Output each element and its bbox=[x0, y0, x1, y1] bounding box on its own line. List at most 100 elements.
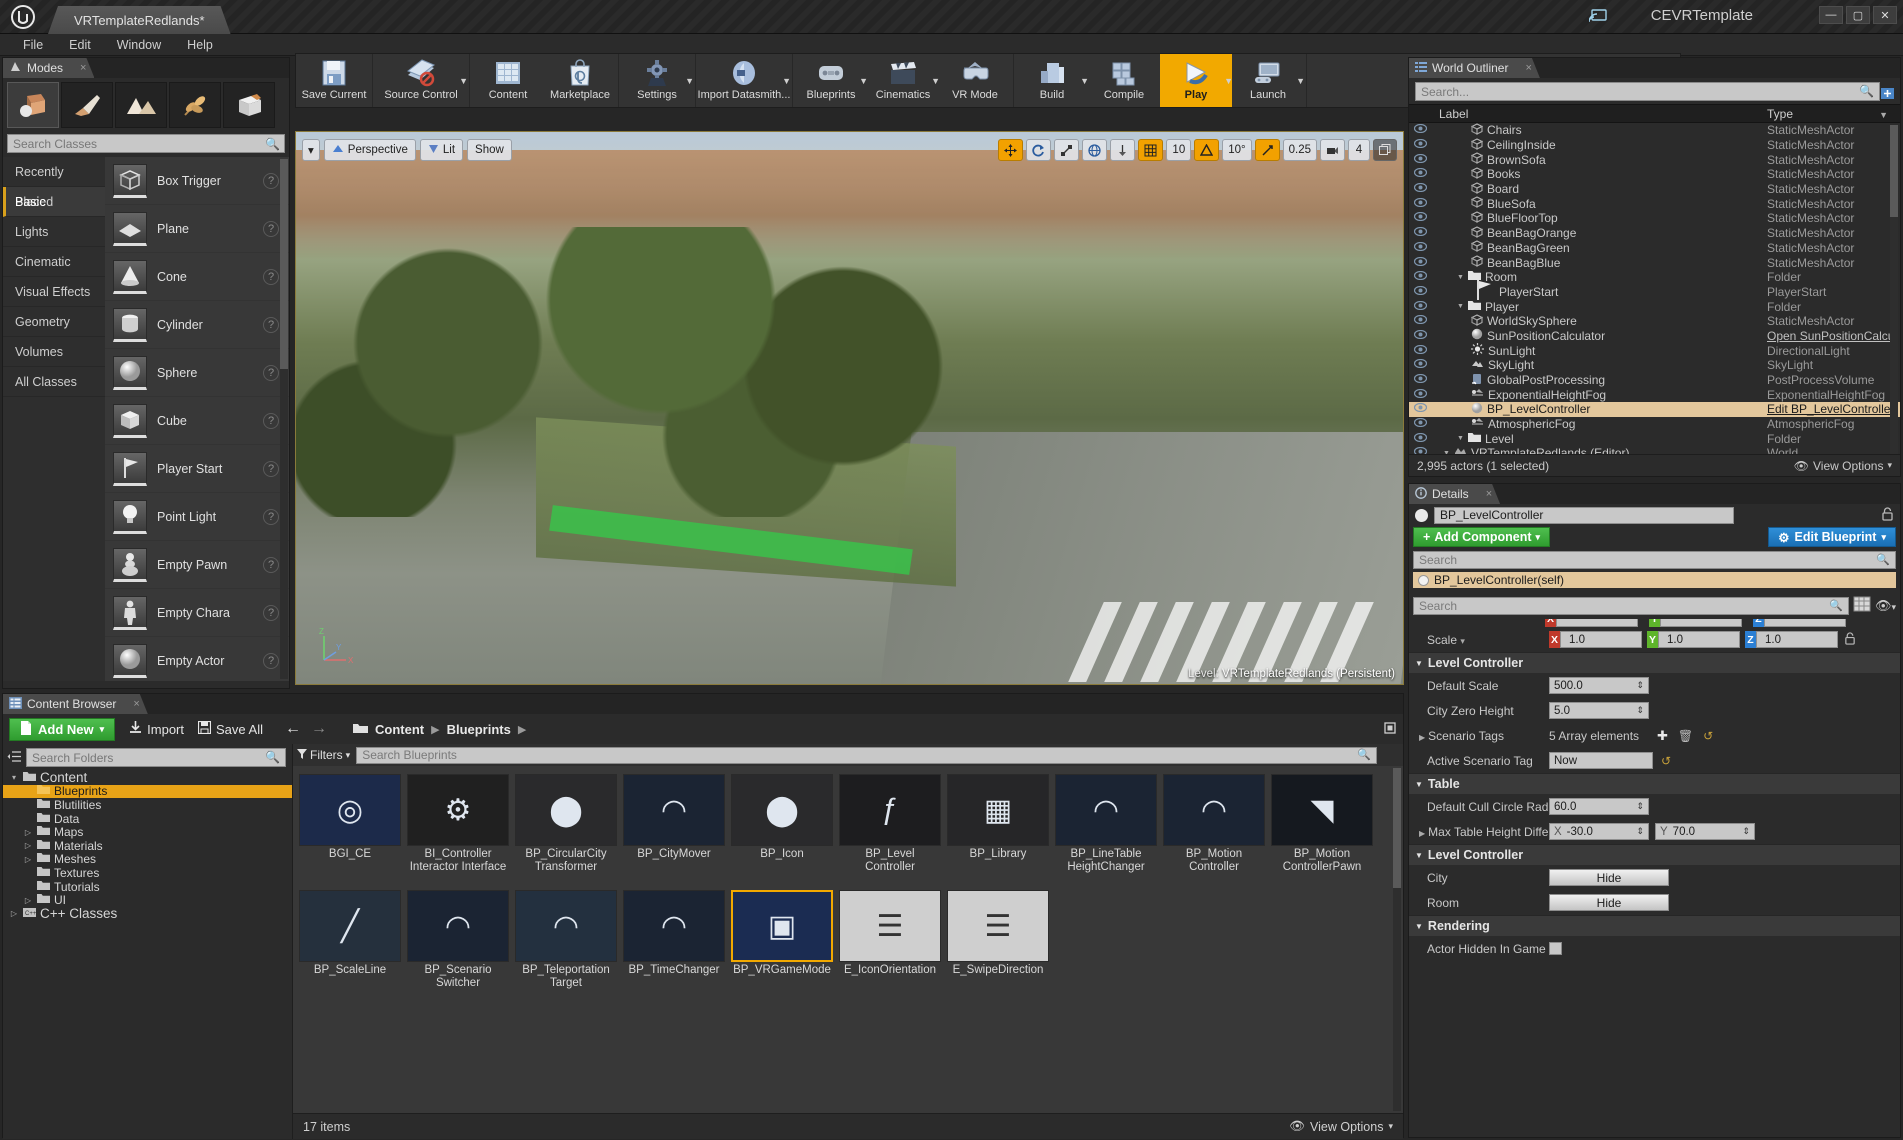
outliner-row[interactable]: BlueSofa StaticMeshActor bbox=[1409, 196, 1900, 211]
details-view-options-icon[interactable]: 👁▾ bbox=[1875, 598, 1896, 614]
cast-icon[interactable] bbox=[1588, 9, 1607, 23]
filters-button[interactable]: Filters ▾ bbox=[297, 748, 350, 762]
scale-y-field[interactable]: Y 1.0 bbox=[1647, 631, 1740, 648]
asset-tile[interactable]: ◥ BP_Motion ControllerPawn bbox=[1271, 774, 1373, 884]
property-checkbox[interactable] bbox=[1549, 942, 1562, 955]
help-icon[interactable]: ? bbox=[263, 364, 279, 381]
expander-icon[interactable]: ▶ bbox=[1419, 733, 1425, 742]
outliner-row[interactable]: BeanBagOrange StaticMeshActor bbox=[1409, 226, 1900, 241]
folder-item[interactable]: Tutorials bbox=[3, 880, 292, 894]
folder-item[interactable]: ▷ UI bbox=[3, 893, 292, 907]
outliner-row[interactable]: ExponentialHeightFog ExponentialHeightFog bbox=[1409, 387, 1900, 402]
property-action-button[interactable]: Hide bbox=[1549, 869, 1669, 886]
expander-icon[interactable]: ▼ bbox=[1415, 780, 1423, 789]
outliner-row[interactable]: SunPositionCalculator Open SunPositionCal… bbox=[1409, 329, 1900, 344]
toolbar-button-settings[interactable]: Settings ▼ bbox=[621, 54, 694, 107]
asset-tile[interactable]: ◠ BP_TimeChanger bbox=[623, 890, 725, 1000]
spinner-icon[interactable]: ⇕ bbox=[1742, 826, 1750, 837]
cb-lock-icon[interactable] bbox=[1383, 721, 1397, 738]
asset-tile[interactable]: ◠ BP_Teleportation Target bbox=[515, 890, 617, 1000]
visibility-eye-icon[interactable] bbox=[1409, 329, 1431, 342]
visibility-eye-icon[interactable] bbox=[1409, 241, 1431, 254]
menu-file[interactable]: File bbox=[10, 34, 56, 56]
placeable-item[interactable]: Plane? bbox=[105, 205, 289, 253]
maximize-button[interactable]: ▢ bbox=[1846, 6, 1870, 24]
menu-edit[interactable]: Edit bbox=[56, 34, 104, 56]
add-new-button[interactable]: Add New ▾ bbox=[9, 717, 116, 741]
scale-z-field[interactable]: Z 1.0 bbox=[1745, 631, 1838, 648]
asset-tile[interactable]: ⬤ BP_Icon bbox=[731, 774, 833, 884]
delete-array-icon[interactable]: 🗑 bbox=[1678, 729, 1693, 743]
asset-tile[interactable]: ƒ BP_Level Controller bbox=[839, 774, 941, 884]
outliner-row[interactable]: ▼ Level Folder bbox=[1409, 431, 1900, 446]
angle-snap-value[interactable]: 10° bbox=[1222, 139, 1252, 161]
placeable-item[interactable]: Empty Actor? bbox=[105, 637, 289, 681]
category-volumes[interactable]: Volumes bbox=[3, 337, 105, 367]
outliner-row[interactable]: SkyLight SkyLight bbox=[1409, 358, 1900, 373]
toolbar-button-marketplace[interactable]: Marketplace bbox=[544, 54, 616, 107]
chevron-down-icon[interactable]: ▼ bbox=[459, 76, 468, 86]
help-icon[interactable]: ? bbox=[263, 508, 279, 525]
help-icon[interactable]: ? bbox=[263, 220, 279, 237]
property-text-input[interactable]: Now bbox=[1549, 752, 1653, 769]
visibility-eye-icon[interactable] bbox=[1409, 138, 1431, 151]
viewport-camera-button[interactable]: Perspective bbox=[323, 139, 416, 161]
placeable-item[interactable]: Empty Chara? bbox=[105, 589, 289, 637]
asset-search-input[interactable]: Search Blueprints 🔍 bbox=[356, 746, 1377, 764]
expander-icon[interactable]: ▼ bbox=[1415, 659, 1423, 668]
outliner-row[interactable]: BrownSofa StaticMeshActor bbox=[1409, 152, 1900, 167]
placeable-item[interactable]: Cube? bbox=[105, 397, 289, 445]
outliner-row[interactable]: BP_LevelController Edit BP_LevelControlle… bbox=[1409, 402, 1900, 417]
help-icon[interactable]: ? bbox=[263, 460, 279, 477]
modes-scrollbar[interactable] bbox=[280, 159, 288, 679]
outliner-row-list[interactable]: Chairs StaticMeshActor CeilingInside Static… bbox=[1409, 123, 1900, 463]
landscape-mode-icon[interactable] bbox=[115, 82, 167, 128]
outliner-row-type[interactable]: Open SunPositionCalcu bbox=[1767, 329, 1900, 343]
toolbar-button-build[interactable]: Build ▼ bbox=[1016, 54, 1089, 107]
outliner-row[interactable]: BlueFloorTop StaticMeshActor bbox=[1409, 211, 1900, 226]
category-cinematic[interactable]: Cinematic bbox=[3, 247, 105, 277]
property-section-header[interactable]: ▼ Rendering bbox=[1409, 915, 1900, 936]
lock-icon[interactable] bbox=[1881, 506, 1894, 524]
expander-icon[interactable]: ▼ bbox=[1457, 303, 1464, 310]
outliner-row[interactable]: Books StaticMeshActor bbox=[1409, 167, 1900, 182]
toolbar-button-compile[interactable]: Compile bbox=[1088, 54, 1160, 107]
help-icon[interactable]: ? bbox=[263, 412, 279, 429]
tab-details[interactable]: Details × bbox=[1409, 484, 1500, 504]
spinner-icon[interactable]: ⇕ bbox=[1636, 826, 1644, 837]
folder-search-input[interactable]: Search Folders 🔍 bbox=[26, 748, 286, 767]
breadcrumb-content[interactable]: Content bbox=[375, 722, 424, 737]
translate-icon[interactable] bbox=[998, 139, 1024, 161]
minimize-button[interactable]: — bbox=[1819, 6, 1843, 24]
outliner-row[interactable]: WorldSkySphere StaticMeshActor bbox=[1409, 314, 1900, 329]
scale-x-field[interactable]: X 1.0 bbox=[1549, 631, 1642, 648]
close-icon[interactable]: × bbox=[1513, 62, 1531, 74]
asset-tile[interactable]: ☰ E_IconOrientation bbox=[839, 890, 941, 1000]
expander-icon[interactable]: ▷ bbox=[23, 896, 33, 905]
level-viewport[interactable]: ▾ Perspective Lit Show 10 10° 0.25 4 Z X… bbox=[295, 131, 1404, 685]
spinner-icon[interactable]: ⇕ bbox=[1636, 680, 1644, 691]
outliner-view-options-button[interactable]: 👁 View Options ▾ bbox=[1794, 459, 1892, 473]
toolbar-button-save-current[interactable]: Save Current bbox=[298, 54, 370, 107]
scale-snap-value[interactable]: 0.25 bbox=[1282, 139, 1317, 161]
scale-label[interactable]: Scale ▾ bbox=[1409, 633, 1549, 647]
placeable-item[interactable]: Player Start? bbox=[105, 445, 289, 493]
component-search-input[interactable]: Search 🔍 bbox=[1413, 551, 1896, 569]
property-section-header[interactable]: ▼ Table bbox=[1409, 773, 1900, 794]
rotate-icon[interactable] bbox=[1026, 139, 1052, 161]
toolbar-button-play[interactable]: Play ▼ bbox=[1160, 54, 1233, 107]
expander-icon[interactable]: ▼ bbox=[1457, 435, 1464, 442]
project-tab[interactable]: VRTemplateRedlands* bbox=[48, 6, 231, 34]
visibility-eye-icon[interactable] bbox=[1409, 388, 1431, 401]
placeable-item-list[interactable]: Box Trigger? Plane? Cone? Cylinder? Sphere? C… bbox=[105, 157, 289, 681]
property-action-button[interactable]: Hide bbox=[1549, 894, 1669, 911]
help-icon[interactable]: ? bbox=[263, 604, 279, 621]
visibility-eye-icon[interactable] bbox=[1409, 124, 1431, 136]
tab-modes[interactable]: Modes × bbox=[3, 58, 94, 78]
camera-speed-value[interactable]: 4 bbox=[1348, 139, 1370, 161]
place-mode-icon[interactable] bbox=[7, 82, 59, 128]
asset-tile-grid[interactable]: ◎ BGI_CE ⚙ BI_Controller Interactor Interfa… bbox=[293, 766, 1403, 1008]
outliner-row[interactable]: BeanBagBlue StaticMeshActor bbox=[1409, 255, 1900, 270]
tab-content-browser[interactable]: Content Browser × bbox=[3, 694, 148, 714]
chevron-down-icon[interactable]: ▼ bbox=[782, 76, 791, 86]
